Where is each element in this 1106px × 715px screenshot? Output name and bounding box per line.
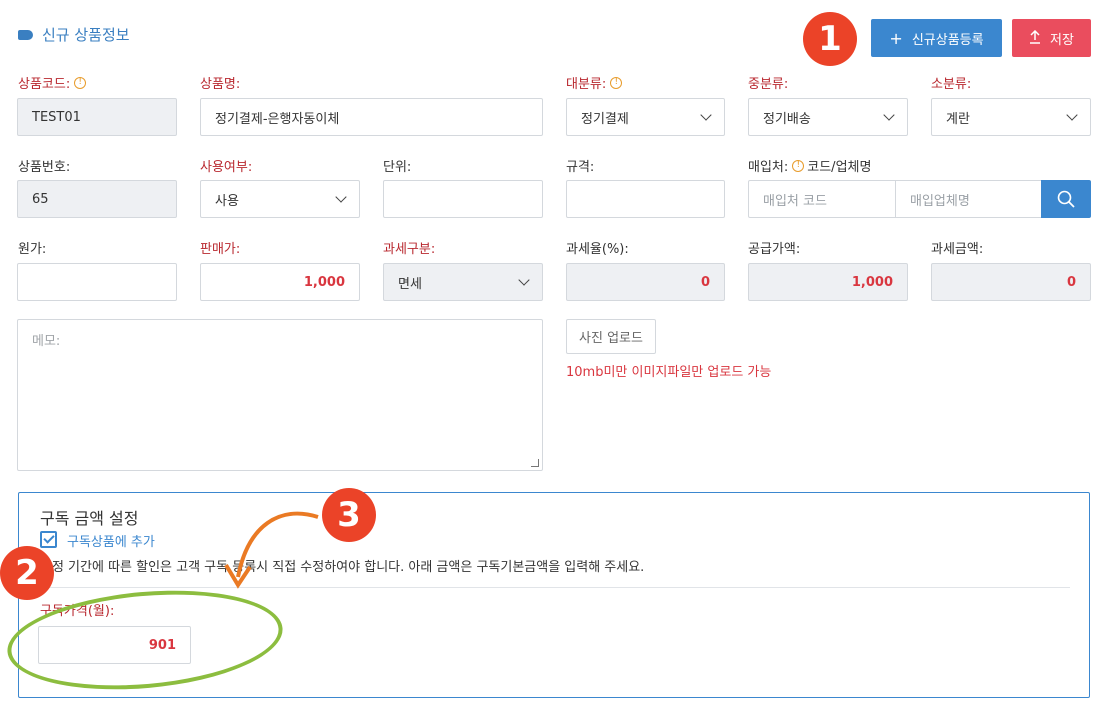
- supply-price-field[interactable]: 1,000: [748, 263, 908, 301]
- chevron-down-icon: [700, 109, 712, 121]
- plus-icon: +: [889, 28, 903, 48]
- divider: [40, 587, 1070, 588]
- page-title: 신규 상품정보: [18, 24, 130, 45]
- tax-rate-field[interactable]: 0: [566, 263, 725, 301]
- upload-note: 10mb미만 이미지파일만 업로드 가능: [566, 365, 772, 380]
- register-product-label: 신규상품등록: [911, 32, 984, 48]
- chevron-down-icon: [335, 191, 347, 203]
- middle-category-select[interactable]: 정기배송: [748, 98, 908, 136]
- spec-label: 규격:: [566, 160, 595, 175]
- product-number-field[interactable]: 65: [17, 180, 177, 218]
- photo-upload-button[interactable]: 사진 업로드: [566, 319, 656, 354]
- page-title-text: 신규 상품정보: [42, 26, 130, 44]
- supplier-search-button[interactable]: [1041, 180, 1091, 218]
- cost-label: 원가:: [18, 242, 47, 257]
- curved-arrow-icon: [224, 511, 319, 589]
- cost-field[interactable]: [17, 263, 177, 301]
- tax-amount-field[interactable]: 0: [931, 263, 1091, 301]
- major-category-label: 대분류:!: [566, 73, 623, 92]
- unit-label: 단위:: [383, 160, 412, 175]
- subscription-note: 약정 기간에 따른 할인은 고객 구독 등록시 직접 수정하여야 합니다. 아래…: [40, 560, 645, 575]
- register-product-button[interactable]: + 신규상품등록: [871, 19, 1002, 57]
- memo-placeholder: 메모:: [32, 334, 61, 349]
- usage-label: 사용여부:: [200, 160, 253, 175]
- unit-field[interactable]: [383, 180, 543, 218]
- sale-price-field[interactable]: 1,000: [200, 263, 360, 301]
- minor-category-label: 소분류:: [931, 77, 972, 92]
- subscription-title: 구독 금액 설정: [40, 509, 139, 528]
- tax-type-label: 과세구분:: [383, 242, 436, 257]
- middle-category-label: 중분류:: [748, 77, 789, 92]
- chevron-down-icon: [1066, 109, 1078, 121]
- supplier-code-input[interactable]: 매입처 코드: [748, 180, 896, 218]
- spec-field[interactable]: [566, 180, 725, 218]
- supplier-label: 매입처:! 코드/업체명: [748, 159, 872, 175]
- save-button[interactable]: 저장: [1012, 19, 1091, 57]
- info-icon: !: [792, 159, 805, 172]
- info-icon: !: [610, 76, 623, 89]
- supply-price-label: 공급가액:: [748, 242, 801, 257]
- upload-icon: [1029, 29, 1041, 48]
- annotation-badge-1: 1: [803, 12, 857, 66]
- major-category-select[interactable]: 정기결제: [566, 98, 725, 136]
- save-label: 저장: [1050, 32, 1074, 48]
- chevron-down-icon: [883, 109, 895, 121]
- subscription-checkbox-label[interactable]: 구독상품에 추가: [67, 531, 155, 550]
- info-icon: !: [74, 76, 87, 89]
- subscription-checkbox[interactable]: [40, 531, 57, 548]
- tax-rate-label: 과세율(%):: [566, 242, 629, 257]
- product-code-label: 상품코드:!: [18, 73, 87, 92]
- tax-amount-label: 과세금액:: [931, 242, 984, 257]
- memo-textarea[interactable]: 메모:: [17, 319, 543, 471]
- annotation-badge-3: 3: [322, 488, 376, 542]
- product-name-label: 상품명:: [200, 77, 241, 92]
- product-name-field[interactable]: 정기결제-은행자동이체: [200, 98, 543, 136]
- minor-category-select[interactable]: 계란: [931, 98, 1091, 136]
- annotation-badge-2: 2: [0, 546, 54, 600]
- product-code-field[interactable]: TEST01: [17, 98, 177, 136]
- search-icon: [1057, 190, 1075, 208]
- product-number-label: 상품번호:: [18, 160, 71, 175]
- resize-handle-icon[interactable]: [531, 459, 539, 467]
- tag-icon: [18, 29, 33, 40]
- supplier-name-input[interactable]: 매입업체명: [895, 180, 1042, 218]
- chevron-down-icon: [518, 274, 530, 286]
- usage-select[interactable]: 사용: [200, 180, 360, 218]
- sale-price-label: 판매가:: [200, 242, 241, 257]
- tax-type-select[interactable]: 면세: [383, 263, 543, 301]
